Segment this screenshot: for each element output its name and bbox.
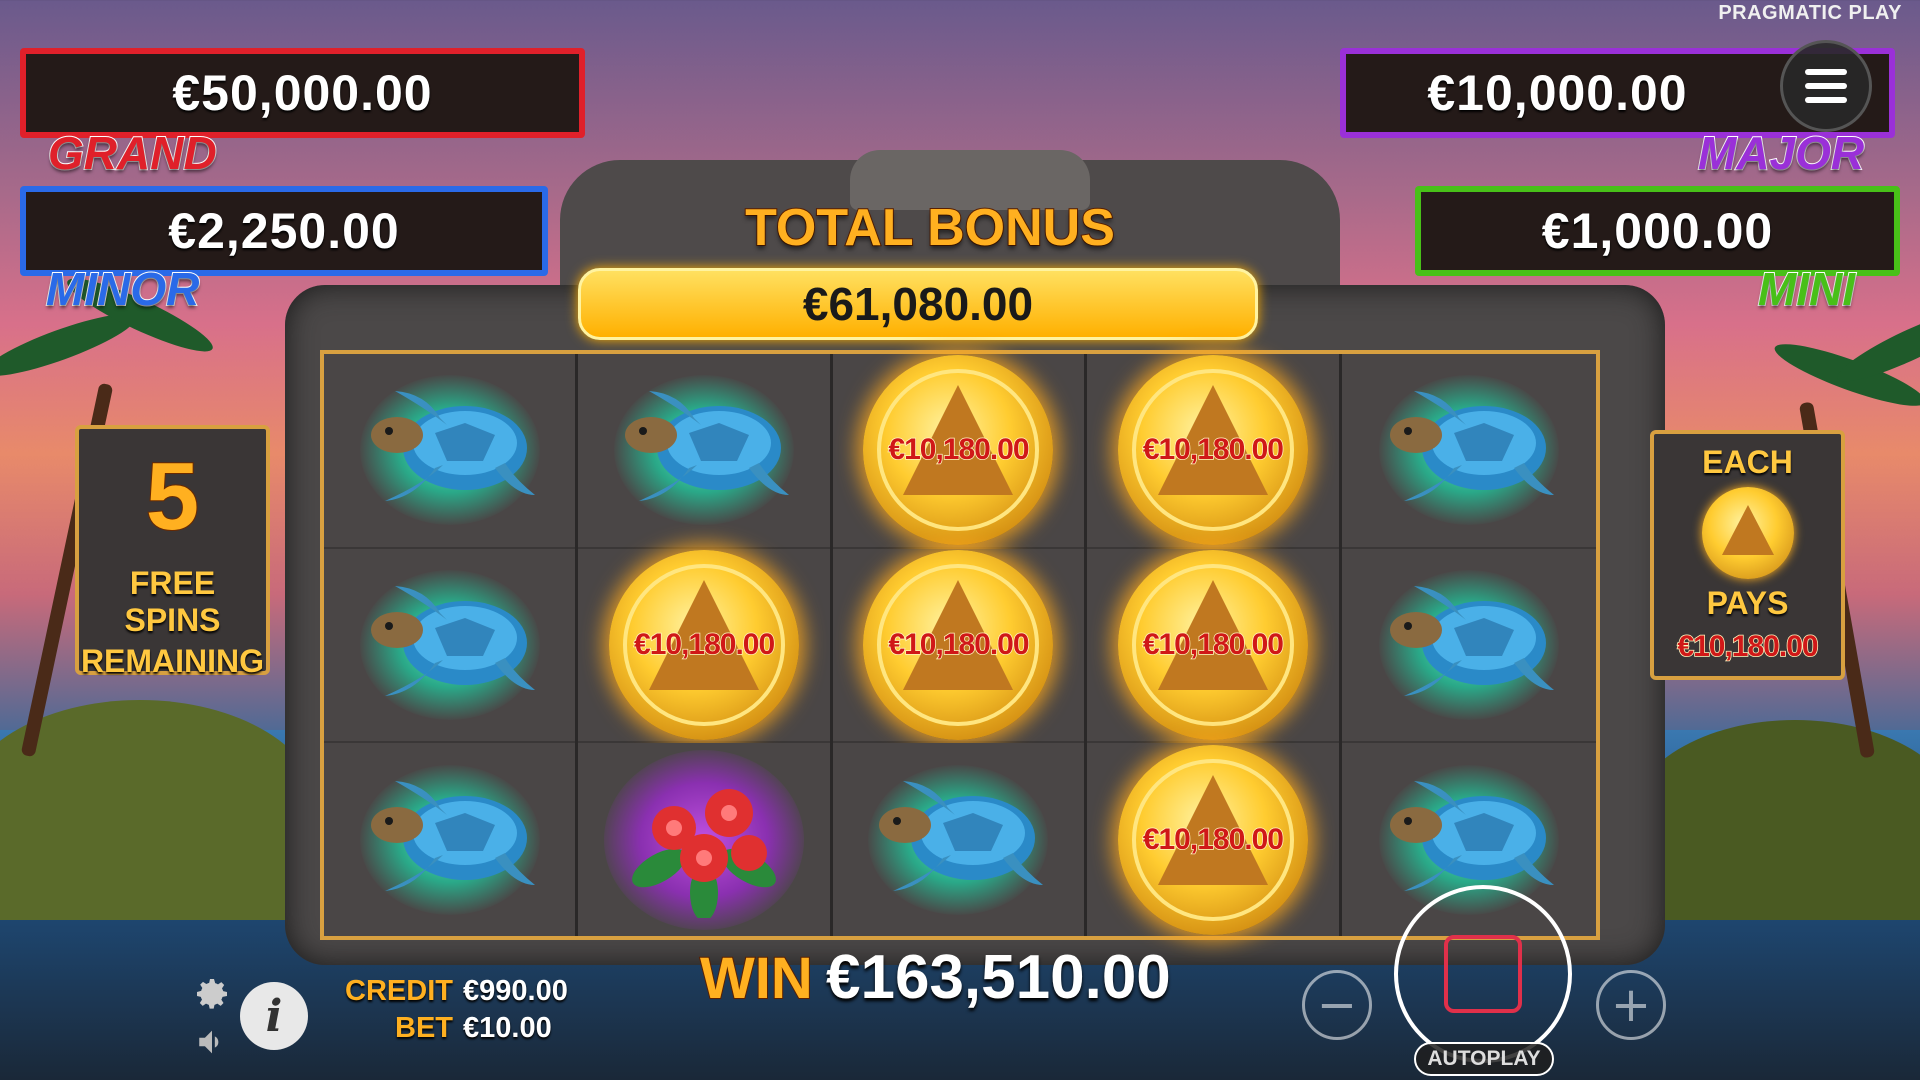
jackpot-major-label: MAJOR: [1697, 126, 1865, 180]
free-spins-count: 5: [145, 443, 200, 550]
bet-value: €10.00: [463, 1012, 552, 1044]
volcano-coin-symbol: €10,180.00: [1117, 744, 1308, 935]
stop-icon: [1444, 935, 1522, 1013]
volcano-coin-icon: [1701, 487, 1794, 579]
turtle-symbol-icon: [1374, 578, 1564, 712]
volcano-coin-symbol: €10,180.00: [1117, 355, 1308, 546]
coin-value: €10,180.00: [888, 433, 1031, 468]
reel-3: €10,180.00 €10,180.00: [832, 354, 1088, 937]
reel-cell: [1341, 548, 1596, 744]
brand-logo: PRAGMATIC PLAY: [1718, 2, 1902, 24]
credit-row: CREDIT €990.00: [343, 975, 568, 1008]
reel-cell: €10,180.00: [1087, 743, 1339, 937]
gear-icon[interactable]: [190, 972, 234, 1016]
bet-row: BET €10.00: [343, 1012, 552, 1045]
reel-cell: [324, 743, 576, 937]
volcano-coin-symbol: €10,180.00: [1117, 550, 1308, 740]
reel-cell: [832, 743, 1085, 937]
reel-cell: [324, 548, 576, 744]
autoplay-button[interactable]: AUTOPLAY: [1414, 1042, 1554, 1076]
hamburger-menu-icon[interactable]: [1780, 40, 1872, 132]
free-spins-text-1: FREE SPINS: [124, 565, 221, 638]
free-spins-panel: 5 FREE SPINS REMAINING: [75, 425, 270, 679]
turtle-symbol-icon: [1374, 383, 1564, 517]
coin-value: €10,180.00: [1142, 822, 1285, 857]
each-label: EACH: [1702, 444, 1793, 480]
bet-label: BET: [395, 1012, 453, 1044]
volcano-coin-symbol: €10,180.00: [863, 355, 1054, 546]
jackpot-mini-label: MINI: [1757, 262, 1856, 316]
credit-value: €990.00: [463, 975, 568, 1007]
reel-1: [324, 354, 579, 937]
turtle-symbol-icon: [355, 578, 545, 712]
reel-4: €10,180.00 €10,180.00 €10,180.00: [1087, 354, 1342, 937]
reel-cell: €10,180.00: [832, 354, 1085, 549]
volcano-coin-symbol: €10,180.00: [609, 550, 800, 740]
reel-2: €10,180.00: [578, 354, 833, 937]
win-label: WIN: [699, 945, 814, 1012]
free-spins-text-2: REMAINING: [80, 642, 265, 679]
reel-cell: €10,180.00: [578, 548, 830, 744]
reel-cell: €10,180.00: [1087, 354, 1339, 549]
reel-cell: €10,180.00: [832, 548, 1085, 744]
jackpot-grand-panel: €50,000.00: [20, 48, 585, 138]
each-pays-value: €10,180.00: [1677, 629, 1820, 664]
turtle-symbol-icon: [609, 383, 799, 517]
coin-value: €10,180.00: [1142, 627, 1285, 662]
jackpot-minor-amount: €2,250.00: [168, 203, 400, 259]
pays-label: PAYS: [1706, 585, 1789, 621]
reel-cell: [578, 354, 830, 549]
reel-cell: [578, 743, 830, 937]
win-value: €163,510.00: [826, 943, 1171, 1012]
each-pays-panel: EACH PAYS €10,180.00: [1650, 430, 1845, 680]
speaker-icon[interactable]: [190, 1022, 234, 1062]
turtle-symbol-icon: [863, 773, 1053, 907]
reel-5: [1341, 354, 1596, 937]
jackpot-grand-amount: €50,000.00: [172, 65, 433, 121]
info-icon[interactable]: i: [240, 982, 308, 1050]
reel-cell: [1341, 354, 1596, 549]
credit-label: CREDIT: [345, 975, 453, 1007]
turtle-symbol-icon: [355, 383, 545, 517]
reel-grid: €10,180.00 €10,180.00 €10,180.00 €10,180.…: [320, 350, 1600, 940]
jackpot-major-amount: €10,000.00: [1427, 65, 1688, 121]
minus-icon[interactable]: −: [1302, 970, 1372, 1040]
coin-value: €10,180.00: [633, 627, 776, 662]
jackpot-minor-label: MINOR: [45, 262, 200, 316]
flower-symbol-icon: [619, 758, 789, 922]
spin-button[interactable]: [1394, 885, 1572, 1063]
total-bonus-title: TOTAL BONUS: [744, 198, 1116, 258]
reel-cell: [324, 354, 576, 549]
reel-cell: €10,180.00: [1087, 548, 1339, 744]
total-bonus-bar: €61,080.00: [578, 268, 1258, 340]
plus-icon[interactable]: +: [1596, 970, 1666, 1040]
turtle-symbol-icon: [355, 773, 545, 907]
jackpot-mini-amount: €1,000.00: [1541, 203, 1774, 259]
jackpot-grand-label: GRAND: [47, 126, 218, 180]
total-bonus-value: €61,080.00: [802, 278, 1034, 330]
coin-value: €10,180.00: [1142, 433, 1285, 468]
volcano-coin-symbol: €10,180.00: [863, 550, 1054, 740]
coin-value: €10,180.00: [888, 627, 1031, 662]
